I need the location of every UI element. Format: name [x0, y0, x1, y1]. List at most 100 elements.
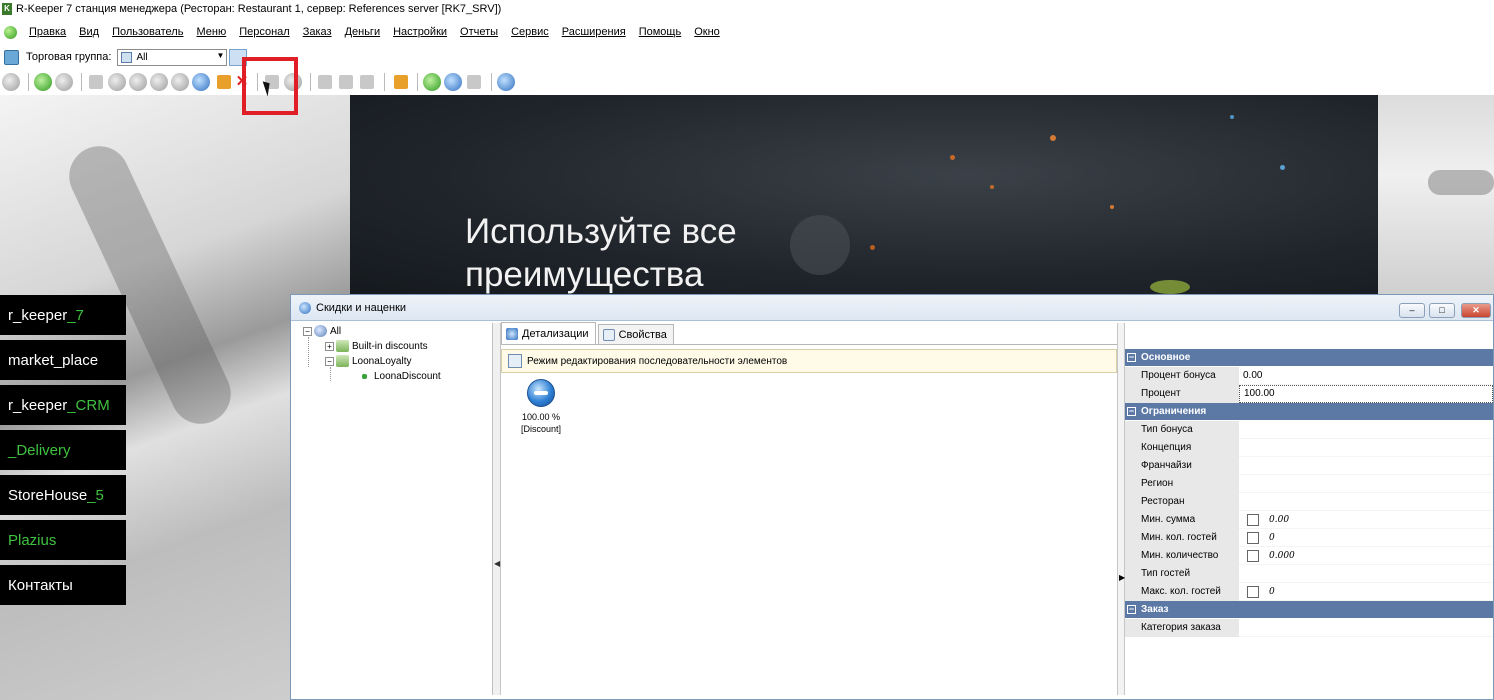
max-guests-checkbox[interactable]	[1247, 585, 1259, 598]
tree-splitter[interactable]: ◀	[493, 323, 501, 695]
prop-value[interactable]	[1239, 439, 1493, 457]
prop-row-concept[interactable]: Концепция	[1125, 438, 1493, 457]
discount-item[interactable]: 100.00 % [Discount]	[511, 379, 571, 435]
settings-icon[interactable]	[497, 73, 515, 91]
menu-menu[interactable]: Меню	[196, 26, 226, 38]
prop-row-region[interactable]: Регион	[1125, 474, 1493, 493]
paste-icon[interactable]	[360, 75, 374, 89]
export-icon[interactable]	[217, 75, 231, 89]
prop-value-bonus-percent[interactable]: 0.00	[1239, 367, 1493, 385]
prop-row-order-category[interactable]: Категория заказа	[1125, 618, 1493, 637]
category-limits[interactable]: − Ограничения	[1125, 403, 1493, 420]
collapse-icon[interactable]: −	[1127, 353, 1136, 362]
min-guests-checkbox[interactable]	[1247, 531, 1259, 544]
min-qty-value[interactable]: 0.000	[1269, 547, 1295, 565]
nav-item-contacts[interactable]: Контакты	[0, 565, 126, 605]
menu-view[interactable]: Вид	[79, 26, 99, 38]
prop-row-restaurant[interactable]: Ресторан	[1125, 492, 1493, 511]
prop-row-min-qty[interactable]: Мин. количество 0.000	[1125, 546, 1493, 565]
close-button[interactable]: ✕	[1461, 303, 1491, 318]
nav-item-plazius[interactable]: Plazius	[0, 520, 126, 560]
prop-row-percent[interactable]: Процент 100.00	[1125, 384, 1493, 403]
prop-row-min-sum[interactable]: Мин. сумма 0.00	[1125, 510, 1493, 529]
menu-money[interactable]: Деньги	[345, 26, 381, 38]
discounts-window-title: Скидки и наценки	[316, 301, 407, 314]
cut-icon[interactable]	[339, 75, 353, 89]
trade-group-select[interactable]: All ▼	[117, 48, 228, 66]
prop-value[interactable]	[1239, 475, 1493, 493]
item-action-icon[interactable]	[108, 73, 126, 91]
prop-value[interactable]	[1239, 493, 1493, 511]
prop-value[interactable]	[1239, 619, 1493, 637]
collapse-icon[interactable]: −	[1127, 605, 1136, 614]
tab-details[interactable]: Детализации	[501, 322, 596, 344]
back-icon[interactable]	[34, 73, 52, 91]
prop-value[interactable]	[1239, 565, 1493, 583]
prop-value[interactable]	[1239, 457, 1493, 475]
nav-item-crm[interactable]: r_keeper _CRM	[0, 385, 126, 425]
menu-user[interactable]: Пользователь	[112, 26, 183, 38]
hero-texture	[1050, 135, 1056, 141]
nav-item-storehouse[interactable]: StoreHouse _5	[0, 475, 126, 515]
prop-name: Мин. количество	[1125, 546, 1239, 565]
import-icon[interactable]	[423, 73, 441, 91]
item-action-icon[interactable]	[150, 73, 168, 91]
menu-settings[interactable]: Настройки	[393, 26, 447, 38]
sync-icon[interactable]	[444, 73, 462, 91]
menu-window[interactable]: Окно	[694, 26, 720, 38]
nav-item-delivery[interactable]: _Delivery	[0, 430, 126, 470]
tree-node-loonadiscount[interactable]: LoonaDiscount	[359, 371, 441, 382]
min-qty-checkbox[interactable]	[1247, 549, 1259, 562]
menu-reports[interactable]: Отчеты	[460, 26, 498, 38]
folder-icon	[336, 355, 349, 367]
menu-edit[interactable]: Правка	[29, 26, 66, 38]
search-icon[interactable]	[394, 75, 408, 89]
minimize-button[interactable]: –	[1399, 303, 1425, 318]
collapse-icon[interactable]: −	[1127, 407, 1136, 416]
tab-properties[interactable]: Свойства	[597, 324, 674, 344]
max-guests-value[interactable]: 0	[1269, 583, 1275, 601]
min-sum-checkbox[interactable]	[1247, 513, 1259, 526]
copy-icon[interactable]	[318, 75, 332, 89]
menu-service[interactable]: Сервис	[511, 26, 549, 38]
refresh-icon[interactable]	[2, 73, 20, 91]
view-grid-icon[interactable]	[467, 75, 481, 89]
tree-node-builtin[interactable]: + Built-in discounts	[325, 340, 428, 352]
prop-row-guest-type[interactable]: Тип гостей	[1125, 564, 1493, 583]
collapse-icon[interactable]: −	[303, 326, 312, 336]
nav-item-rkeeper7[interactable]: r_keeper _7	[0, 295, 126, 335]
tree-node-loonaloyalty[interactable]: − LoonaLoyalty	[325, 355, 412, 367]
menu-help[interactable]: Помощь	[639, 26, 682, 38]
item-globe-icon[interactable]	[192, 73, 210, 91]
prop-row-bonus-type[interactable]: Тип бонуса	[1125, 420, 1493, 439]
min-sum-value[interactable]: 0.00	[1269, 511, 1289, 529]
item-action-icon[interactable]	[171, 73, 189, 91]
min-guests-value[interactable]: 0	[1269, 529, 1275, 547]
tree-node-label: All	[330, 325, 342, 337]
prop-row-min-guests[interactable]: Мин. кол. гостей 0	[1125, 528, 1493, 547]
expand-icon[interactable]: +	[325, 341, 334, 351]
category-main[interactable]: − Основное	[1125, 349, 1493, 366]
cube-icon	[121, 51, 133, 63]
nav-item-marketplace[interactable]: market_place	[0, 340, 126, 380]
forward-icon[interactable]	[55, 73, 73, 91]
menu-extensions[interactable]: Расширения	[562, 26, 626, 38]
menu-staff[interactable]: Персонал	[239, 26, 290, 38]
prop-row-bonus-percent[interactable]: Процент бонуса 0.00	[1125, 366, 1493, 385]
menu-order[interactable]: Заказ	[303, 26, 332, 38]
window-title: R-Keeper 7 станция менеджера (Ресторан: …	[16, 3, 502, 15]
collapse-icon[interactable]: −	[325, 356, 334, 366]
category-order[interactable]: − Заказ	[1125, 601, 1493, 618]
properties-splitter[interactable]: ▶	[1117, 323, 1125, 695]
prop-value[interactable]	[1239, 421, 1493, 439]
prop-value-percent-input[interactable]: 100.00	[1239, 384, 1493, 403]
item-action-icon[interactable]	[129, 73, 147, 91]
chevron-left-icon[interactable]: ◀	[494, 559, 500, 568]
prop-row-max-guests[interactable]: Макс. кол. гостей 0	[1125, 582, 1493, 601]
status-ball-icon[interactable]	[4, 25, 17, 39]
maximize-button[interactable]: □	[1429, 303, 1455, 318]
tree-node-all[interactable]: − All	[303, 325, 341, 337]
prop-row-franchise[interactable]: Франчайзи	[1125, 456, 1493, 475]
new-item-icon[interactable]	[89, 75, 103, 89]
trade-group-icon	[4, 49, 19, 65]
